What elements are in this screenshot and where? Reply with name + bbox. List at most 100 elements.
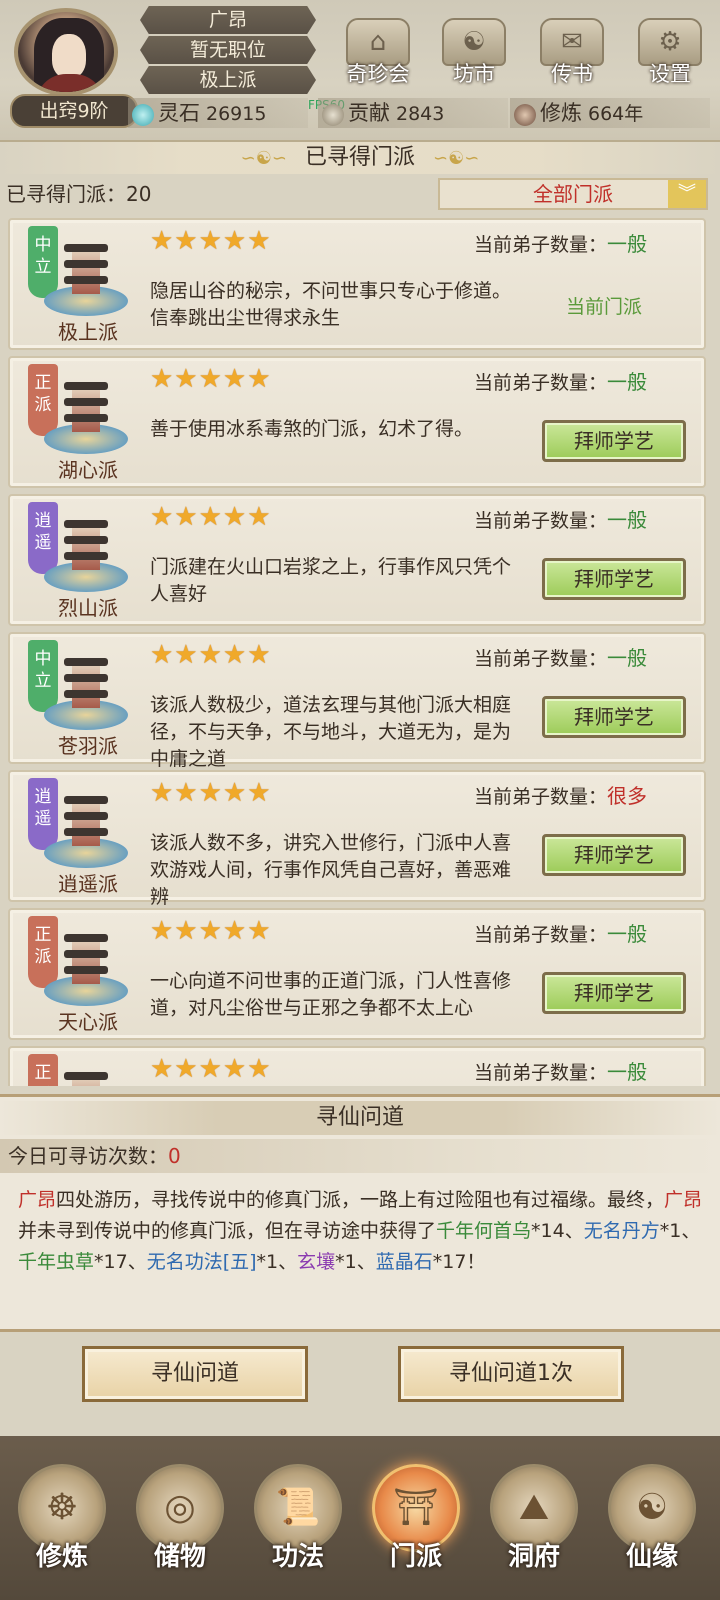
sect-pagoda-icon — [38, 514, 134, 598]
market-button[interactable]: ☯ 坊市 — [434, 18, 514, 96]
pagoda-roof — [64, 934, 108, 942]
pagoda-roof — [64, 674, 108, 682]
disciple-value: 一般 — [607, 1060, 648, 1084]
sect-name: 烈山派 — [58, 596, 118, 620]
pagoda-roof — [64, 552, 108, 560]
sect-filter-dropdown[interactable]: 全部门派 ︾ — [438, 178, 708, 210]
current-sect-label: 当前门派 — [566, 296, 643, 318]
nav-label: 仙缘 — [625, 1542, 678, 1572]
nav-label: 功法 — [271, 1542, 324, 1572]
sect-rating-stars: ★★★★★ — [150, 778, 272, 808]
pagoda-tower — [72, 248, 100, 294]
sect-pagoda-icon — [38, 238, 134, 322]
today-visits-count: 0 — [168, 1144, 181, 1168]
nav-cave-dwelling[interactable]: ⛰ 洞府 — [482, 1464, 586, 1594]
sect-rating-stars: ★★★★★ — [150, 226, 272, 256]
seek-immortal-button[interactable]: 寻仙问道 — [82, 1346, 308, 1402]
reward-item: 蓝晶石 — [375, 1251, 433, 1273]
sect-description: 一心向道不问世事的正道门派，门人性喜修道，对凡尘俗世与正邪之争都不太上心 — [150, 970, 512, 1019]
reward-item: 无名丹方 — [583, 1220, 660, 1242]
seek-immortal-once-button[interactable]: 寻仙问道1次 — [398, 1346, 624, 1402]
apprentice-button[interactable]: 拜师学艺 — [542, 972, 686, 1014]
apprentice-button[interactable]: 拜师学艺 — [542, 420, 686, 462]
sect-name: 苍羽派 — [58, 734, 118, 758]
sect-card[interactable]: 正派天心派 ★★★★★ 当前弟子数量：一般 一心向道不问世事的正道门派，门人性喜修道，… — [8, 908, 706, 1040]
realm-badge: 出窍9阶 — [10, 94, 138, 128]
disciple-label: 当前弟子数量： — [474, 1062, 608, 1084]
pagoda-roof — [64, 260, 108, 268]
reward-qty: *1、 — [335, 1251, 376, 1273]
filter-selected-value: 全部门派 — [533, 182, 613, 206]
pagoda-roof — [64, 690, 108, 698]
sect-list[interactable]: 中立极上派 ★★★★★ 当前弟子数量：一般 隐居山谷的秘宗，不问世事只专心于修道。信奉… — [0, 214, 720, 1086]
contribution-counter: 贡献 2843 — [318, 98, 508, 128]
player-avatar[interactable] — [14, 8, 118, 96]
nav-immortal-fate[interactable]: ☯ 仙缘 — [600, 1464, 704, 1594]
apprentice-button[interactable]: 拜师学艺 — [542, 558, 686, 600]
pagoda-roof — [64, 796, 108, 804]
disciple-label: 当前弟子数量： — [474, 510, 608, 532]
pagoda-roof — [64, 536, 108, 544]
nav-meditation[interactable]: ☸ 修炼 — [10, 1464, 114, 1594]
cultivation-counter: 修炼 664年 — [510, 98, 710, 128]
story-text: 四处游历，寻找传说中的修真门派，一路上有过险阻也有过福缘。最终， — [56, 1189, 665, 1211]
apprentice-button[interactable]: 拜师学艺 — [542, 696, 686, 738]
found-label-text: 已寻得门派： — [6, 182, 126, 206]
spirit-stone-counter: 灵石 26915 — [128, 98, 308, 128]
reward-item: 无名功法[五] — [146, 1251, 257, 1273]
pagoda-roof — [64, 966, 108, 974]
today-visits-label: 今日可寻访次数：0 — [8, 1139, 181, 1173]
pagoda-roof — [64, 658, 108, 666]
sect-card[interactable]: 逍遥逍遥派 ★★★★★ 当前弟子数量：很多 该派人数不多，讲究入世修行，门派中人喜欢游… — [8, 770, 706, 908]
nav-label: 修炼 — [35, 1542, 88, 1572]
pagoda-roof — [64, 950, 108, 958]
pagoda-roof — [64, 276, 108, 284]
disciple-label: 当前弟子数量： — [474, 924, 608, 946]
pagoda-tower — [72, 800, 100, 846]
pagoda-tower — [72, 938, 100, 984]
sect-rating-stars: ★★★★★ — [150, 1054, 272, 1084]
sect-pagoda-icon — [38, 376, 134, 460]
sect-pagoda-icon — [38, 652, 134, 736]
sect-card[interactable]: 逍遥烈山派 ★★★★★ 当前弟子数量：一般 门派建在火山口岩浆之上，行事作风只凭个人喜… — [8, 494, 706, 626]
found-sects-title: ∽☯∽ 已寻得门派 ∽☯∽ — [0, 142, 720, 174]
spirit-stone-icon — [132, 103, 154, 126]
story-player-name: 广昂 — [18, 1189, 57, 1211]
sect-card[interactable]: 正派湖心派 ★★★★★ 当前弟子数量：一般 善于使用冰系毒煞的门派，幻术了得。 拜师学艺 — [8, 356, 706, 488]
disciple-count: 当前弟子数量：一般 — [474, 228, 647, 257]
sect-card[interactable]: 中立极上派 ★★★★★ 当前弟子数量：一般 隐居山谷的秘宗，不问世事只专心于修道。信奉… — [8, 218, 706, 350]
sect-card[interactable]: 中立苍羽派 ★★★★★ 当前弟子数量：一般 该派人数极少，道法玄理与其他门派大相庭径，… — [8, 632, 706, 770]
sect-name: 逍遥派 — [58, 872, 118, 896]
player-sect: 极上派 — [140, 66, 316, 94]
sect-card[interactable]: 正派★★★★★当前弟子数量：一般 — [8, 1046, 706, 1086]
treasure-pavilion-button[interactable]: ⌂ 奇珍会 — [338, 18, 418, 96]
disciple-value: 一般 — [607, 370, 648, 394]
apprentice-button[interactable]: 拜师学艺 — [542, 834, 686, 876]
player-name: 广昂 — [140, 6, 316, 34]
settings-button[interactable]: ⚙ 设置 — [630, 18, 710, 96]
disciple-value: 一般 — [607, 922, 648, 946]
sect-description: 该派人数不多，讲究入世修行，门派中人喜欢游戏人间，行事作风凭自己喜好，善恶难辨 — [150, 832, 512, 908]
pagoda-roof — [64, 1072, 108, 1080]
nav-sect-gate[interactable]: ⛩ 门派 — [364, 1464, 468, 1594]
found-count-value: 20 — [126, 182, 152, 206]
seek-title: 寻仙问道 — [0, 1101, 720, 1135]
message-button[interactable]: ✉ 传书 — [532, 18, 612, 96]
sect-name: 极上派 — [58, 320, 118, 344]
nav-storage-bag[interactable]: ◎ 储物 — [128, 1464, 232, 1594]
reward-qty: *1、 — [256, 1251, 298, 1273]
disciple-value: 很多 — [607, 784, 648, 808]
reward-qty: *1、 — [659, 1220, 701, 1242]
nav-technique-scroll[interactable]: 📜 功法 — [246, 1464, 350, 1594]
found-count-label: 已寻得门派：20 — [6, 178, 151, 210]
disciple-count: 当前弟子数量：一般 — [474, 918, 647, 947]
resource-label: 修炼 — [540, 101, 582, 125]
player-position: 暂无职位 — [140, 36, 316, 64]
sect-rating-stars: ★★★★★ — [150, 916, 272, 946]
pagoda-tower — [72, 662, 100, 708]
pagoda-roof — [64, 244, 108, 252]
disciple-label: 当前弟子数量： — [474, 234, 608, 256]
sect-name: 湖心派 — [58, 458, 118, 482]
sect-pagoda-icon — [38, 1066, 134, 1086]
sect-pagoda-icon — [38, 790, 134, 874]
